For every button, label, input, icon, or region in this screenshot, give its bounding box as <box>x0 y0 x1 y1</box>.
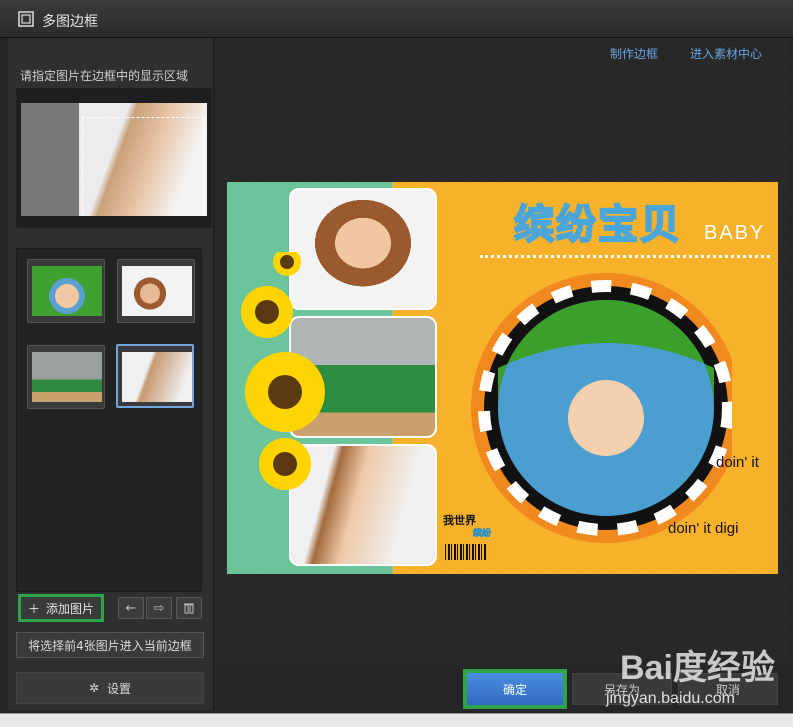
ok-button[interactable]: 确定 <box>463 669 567 709</box>
material-center-link[interactable]: 进入素材中心 <box>690 45 762 62</box>
frame-preview-area: 制作边框 进入素材中心 缤纷宝贝 BABY doin' it doin' it … <box>216 38 789 663</box>
plus-icon: ＋ <box>27 601 40 616</box>
left-panel: 请指定图片在边框中的显示区域 ＋ 添加图片 ← ⇨ 将选择前4张图片进入当前边框… <box>8 38 214 710</box>
circle-photo-frame <box>471 273 732 543</box>
add-picture-label: 添加图片 <box>46 601 95 616</box>
apply-to-frame-button[interactable]: 将选择前4张图片进入当前边框 <box>16 632 204 658</box>
window-body: 请指定图片在边框中的显示区域 ＋ 添加图片 ← ⇨ 将选择前4张图片进入当前边框… <box>0 38 793 713</box>
delete-button[interactable] <box>176 597 202 619</box>
thumbnail-image <box>32 266 102 316</box>
save-as-button[interactable]: 另存为 <box>572 673 672 705</box>
move-left-button[interactable]: ← <box>118 597 144 619</box>
caption-doin-it-digi: doin' it digi <box>668 520 739 537</box>
instruction-text: 请指定图片在边框中的显示区域 <box>20 69 189 83</box>
barcode-graphic <box>445 544 487 560</box>
thumbnail-image <box>122 352 192 402</box>
title-bar: 多图边框 <box>0 0 793 38</box>
arrow-right-icon: ⇨ <box>153 600 165 616</box>
frame-icon <box>18 11 34 27</box>
thumbnail-item[interactable] <box>27 259 105 323</box>
collage-subtitle: BABY <box>704 222 766 244</box>
move-right-button[interactable]: ⇨ <box>146 597 172 619</box>
thumbnail-image <box>122 266 192 316</box>
thumbnail-item-selected[interactable] <box>116 344 194 408</box>
gear-icon: ✲ <box>88 681 100 695</box>
sunflower-decoration <box>241 252 325 490</box>
thumbnail-list <box>16 248 202 592</box>
make-frame-link[interactable]: 制作边框 <box>610 45 658 62</box>
collage-logo-sub: 缤纷 <box>473 529 492 540</box>
thumbnail-item[interactable] <box>27 345 105 409</box>
underlying-window-strip <box>0 713 793 727</box>
crop-preview <box>16 88 212 228</box>
caption-doin-it: doin' it <box>716 454 759 471</box>
crop-preview-image <box>21 103 207 216</box>
settings-label: 设置 <box>107 681 132 696</box>
window-title: 多图边框 <box>42 14 98 30</box>
thumbnail-item[interactable] <box>117 259 195 323</box>
crop-selection-rectangle[interactable] <box>82 117 204 216</box>
collage-logo: 我世界 <box>443 514 476 527</box>
arrow-left-icon: ← <box>125 600 137 616</box>
collage-title: 缤纷宝贝 <box>513 201 682 249</box>
trash-icon <box>184 603 194 614</box>
add-picture-button[interactable]: ＋ 添加图片 <box>18 594 104 622</box>
settings-button[interactable]: ✲ 设置 <box>16 672 204 704</box>
thumbnail-image <box>32 352 102 402</box>
cancel-button[interactable]: 取消 <box>678 673 778 705</box>
collage-preview: 缤纷宝贝 BABY doin' it doin' it digi 我世界 缤纷 <box>227 182 778 574</box>
